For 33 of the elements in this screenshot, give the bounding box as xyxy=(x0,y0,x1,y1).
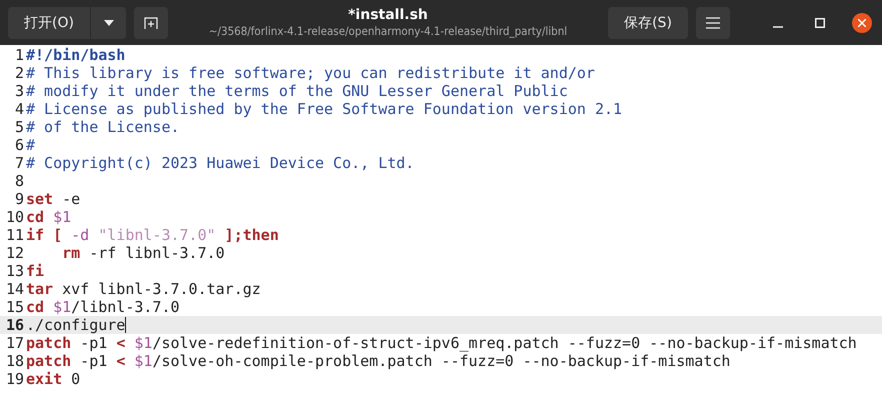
code-line: #!/bin/bash xyxy=(26,46,126,64)
code-line: patch -p1 < $1/solve-oh-compile-problem.patch --fuzz=0 --no-backup-if-mismatch xyxy=(26,352,730,370)
text-cursor xyxy=(125,317,126,333)
window-title: *install.sh xyxy=(347,6,429,24)
caret-icon xyxy=(104,20,114,26)
new-tab-button[interactable] xyxy=(134,6,168,38)
close-icon xyxy=(858,18,866,26)
code-line: cd $1 xyxy=(26,208,72,226)
save-button[interactable]: 保存(S) xyxy=(608,6,688,38)
code-line: rm -rf libnl-3.7.0 xyxy=(61,244,225,262)
code-line: # Copyright(c) 2023 Huawei Device Co., Ltd. xyxy=(26,154,414,172)
code-line: fi xyxy=(26,262,44,280)
code-line: if [ -d "libnl-3.7.0" ];then xyxy=(26,226,279,244)
close-button[interactable] xyxy=(852,12,872,32)
code-line: # This library is free software; you can redistribute it and/or xyxy=(26,64,595,82)
menu-button[interactable] xyxy=(696,6,730,38)
code-line: # of the License. xyxy=(26,118,180,136)
code-line: cd $1/libnl-3.7.0 xyxy=(26,298,180,316)
code-line: # License as published by the Free Software Foundation version 2.1 xyxy=(26,100,622,118)
code-line: set -e xyxy=(26,190,80,208)
file-path: ~/3568/forlinx-4.1-release/openharmony-4.1-release/third_party/libnl xyxy=(208,24,568,38)
maximize-icon xyxy=(815,18,825,28)
minimize-icon xyxy=(773,26,783,28)
dropdown-button[interactable] xyxy=(91,6,126,38)
new-tab-icon xyxy=(144,16,158,30)
code-line: tar xvf libnl-3.7.0.tar.gz xyxy=(26,280,261,298)
open-button[interactable]: 打开(O) xyxy=(8,6,91,38)
code-line: # xyxy=(26,136,36,154)
menu-icon xyxy=(706,16,720,28)
code-line: # modify it under the terms of the GNU Lesser General Public xyxy=(26,82,568,100)
code-line: patch -p1 < $1/solve-redefinition-of-struct-ipv6_mreq.patch --fuzz=0 --no-backup-if-mismatch xyxy=(26,334,857,352)
code-line: exit 0 xyxy=(26,370,80,388)
code-line: ./configure xyxy=(26,316,126,334)
